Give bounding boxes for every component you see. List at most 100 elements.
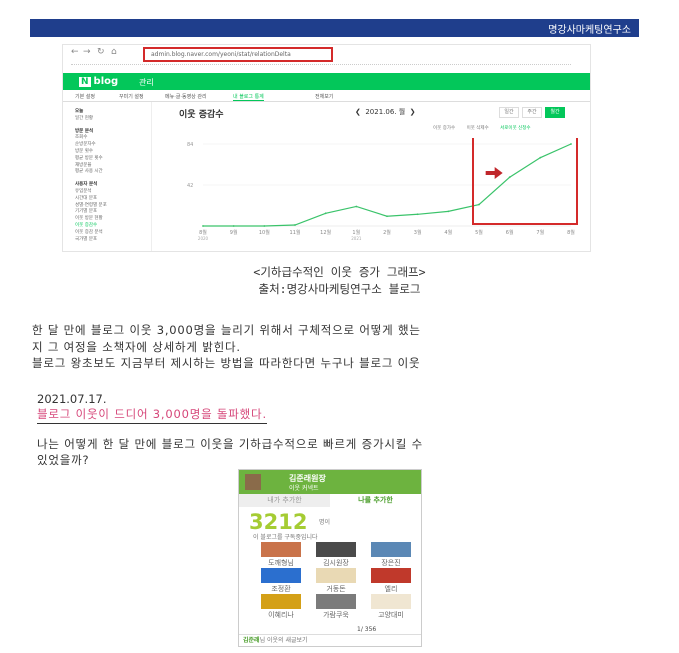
sidebar-item[interactable]: 이웃 증감수 bbox=[75, 222, 97, 228]
back-icon[interactable]: ← bbox=[71, 47, 79, 57]
tab-all[interactable]: 전체보기 bbox=[315, 93, 333, 100]
neighbor-name[interactable]: 가람쿠욱 bbox=[314, 610, 358, 620]
caption-source: 출처:명강사마케팅연구소 블로그 bbox=[258, 282, 421, 296]
sidebar-item[interactable]: 기기별 분포 bbox=[75, 208, 97, 214]
tab-following[interactable]: 내가 추가한 bbox=[239, 494, 330, 507]
sidebar-item[interactable]: 이웃 증감 분석 bbox=[75, 229, 103, 235]
neighbor-item[interactable]: 가람쿠욱 bbox=[314, 594, 358, 620]
daily-button[interactable]: 일간 bbox=[499, 107, 519, 118]
tab-design[interactable]: 꾸미기 설정 bbox=[119, 93, 144, 100]
forward-icon[interactable]: → bbox=[83, 47, 91, 57]
data-point bbox=[294, 224, 296, 226]
tab-stats[interactable]: 내 블로그 통계 bbox=[233, 93, 264, 101]
neighbor-item[interactable]: 도깨형님 bbox=[259, 542, 303, 568]
neighbor-name[interactable]: 장은진 bbox=[369, 558, 413, 568]
neighbor-item[interactable]: 거동돈 bbox=[314, 568, 358, 594]
neighbor-widget: 김준래원장 이웃 커넥트 내가 추가한 나를 추가한 3212 명이 이 블로그… bbox=[238, 469, 422, 647]
sidebar-item[interactable]: 시간대 분포 bbox=[75, 195, 97, 201]
neighbor-thumbnail[interactable] bbox=[316, 594, 356, 609]
blog-logo[interactable]: Nblog bbox=[79, 76, 118, 87]
body-line-1: 한 달 만에 블로그 이웃 3,000명을 늘리기 위해서 구체적으로 어떻게 … bbox=[32, 323, 421, 337]
address-bar[interactable]: admin.blog.naver.com/yeoni/stat/relation… bbox=[143, 47, 333, 62]
chart-legend: 이웃 증가수 이웃 삭제수 서로이웃 신청수 bbox=[433, 125, 541, 131]
footer-link[interactable]: 님 이웃의 새글보기 bbox=[260, 637, 308, 644]
data-point bbox=[447, 210, 450, 213]
neighbor-thumbnail[interactable] bbox=[261, 594, 301, 609]
data-point bbox=[355, 205, 358, 208]
tab-basic[interactable]: 기본 설정 bbox=[75, 93, 95, 100]
home-icon[interactable]: ⌂ bbox=[111, 47, 117, 57]
neighbor-thumbnail[interactable] bbox=[261, 542, 301, 557]
y-tick-label: 42 bbox=[187, 183, 193, 189]
sidebar-item[interactable]: 평균 사용 시간 bbox=[75, 168, 103, 174]
x-tick-label: 11월 bbox=[290, 229, 301, 236]
neighbor-name[interactable]: 도깨형님 bbox=[259, 558, 303, 568]
chart-title: 이웃 증감수 bbox=[179, 110, 224, 120]
sidebar-item[interactable]: 일간 현황 bbox=[75, 115, 93, 121]
follower-desc: 이 블로그를 구독중입니다 bbox=[253, 534, 318, 541]
highlight-box bbox=[472, 138, 578, 225]
data-point bbox=[386, 215, 388, 218]
body-line-2: 지 그 여정을 소책자에 상세하게 밝힌다. bbox=[32, 340, 241, 354]
sidebar-item[interactable]: 방문 횟수 bbox=[75, 148, 93, 154]
year-label: 2021 bbox=[351, 236, 362, 241]
widget-header: 김준래원장 이웃 커넥트 bbox=[239, 470, 421, 494]
legend-item[interactable]: 이웃 삭제수 bbox=[467, 126, 489, 131]
sidebar-item: 오늘 bbox=[75, 109, 84, 114]
sidebar-item: 사용자 분석 bbox=[75, 182, 98, 188]
neighbor-thumbnail[interactable] bbox=[316, 568, 356, 583]
neighbor-thumbnail[interactable] bbox=[371, 594, 411, 609]
date-selector[interactable]: ❮ 2021.06. 월 ❯ bbox=[355, 107, 416, 117]
legend-item[interactable]: 이웃 증가수 bbox=[433, 126, 455, 131]
neighbor-thumbnail[interactable] bbox=[261, 568, 301, 583]
sidebar-item[interactable]: 순방문자수 bbox=[75, 141, 96, 147]
data-point bbox=[202, 225, 204, 227]
neighbor-item[interactable]: 엘리 bbox=[369, 568, 413, 594]
neighbor-item[interactable]: 장은진 bbox=[369, 542, 413, 568]
neighbor-name[interactable]: 엘리 bbox=[369, 584, 413, 594]
neighbor-item[interactable]: 고양대미 bbox=[369, 594, 413, 620]
neighbor-name[interactable]: 거동돈 bbox=[314, 584, 358, 594]
tab-content[interactable]: 메뉴·글·동영상 관리 bbox=[165, 93, 207, 100]
neighbor-name[interactable]: 고양대미 bbox=[369, 610, 413, 620]
neighbor-name[interactable]: 조정환 bbox=[259, 584, 303, 594]
data-point bbox=[508, 176, 511, 179]
weekly-button[interactable]: 주간 bbox=[522, 107, 542, 118]
neighbor-thumbnail[interactable] bbox=[371, 542, 411, 557]
sidebar-item[interactable]: 유입분석 bbox=[75, 188, 92, 194]
sidebar-item[interactable]: 이웃 방문 현황 bbox=[75, 215, 103, 221]
sidebar-item[interactable]: 성별·연령별 분포 bbox=[75, 202, 107, 208]
x-tick-label: 9월 bbox=[230, 229, 238, 236]
sidebar-item[interactable]: 조회수 bbox=[75, 134, 87, 140]
neighbor-thumbnail[interactable] bbox=[371, 568, 411, 583]
reload-icon[interactable]: ↻ bbox=[97, 47, 105, 57]
data-point bbox=[539, 156, 542, 159]
data-point bbox=[232, 225, 235, 227]
stats-sidebar: 오늘 일간 현황 방문 분석 조회수 순방문자수 방문 횟수 평균 방문 횟수 재방문율 평균 … bbox=[63, 102, 152, 251]
follower-unit: 명이 bbox=[319, 519, 331, 526]
naver-blog-header: Nblog 관리 bbox=[63, 73, 590, 90]
monthly-button[interactable]: 월간 bbox=[545, 107, 565, 118]
avatar[interactable] bbox=[245, 474, 261, 490]
question-line-1: 나는 어떻게 한 달 만에 블로그 이웃을 기하급수적으로 빠르게 증가시킬 수 bbox=[37, 437, 423, 451]
footer-name[interactable]: 김준래 bbox=[243, 637, 260, 644]
admin-menu[interactable]: 관리 bbox=[139, 77, 154, 88]
neighbor-item[interactable]: 이혜리나 bbox=[259, 594, 303, 620]
sidebar-item[interactable]: 국가별 분포 bbox=[75, 236, 97, 242]
caption-title: <기하급수적인 이웃 증가 그래프> bbox=[253, 265, 426, 279]
neighbor-thumbnail[interactable] bbox=[316, 542, 356, 557]
neighbor-name[interactable]: 김시원장 bbox=[314, 558, 358, 568]
sidebar-item[interactable]: 재방문율 bbox=[75, 162, 92, 168]
tab-followers[interactable]: 나를 추가한 bbox=[330, 494, 421, 507]
legend-item[interactable]: 서로이웃 신청수 bbox=[500, 126, 530, 131]
neighbor-item[interactable]: 조정환 bbox=[259, 568, 303, 594]
neighbor-name[interactable]: 이혜리나 bbox=[259, 610, 303, 620]
x-tick-label: 8월 bbox=[567, 229, 575, 236]
browser-screenshot: ← → ↻ ⌂ admin.blog.naver.com/yeoni/stat/… bbox=[62, 44, 591, 252]
x-tick-label: 6월 bbox=[506, 229, 514, 236]
neighbor-item[interactable]: 김시원장 bbox=[314, 542, 358, 568]
sidebar-item[interactable]: 평균 방문 횟수 bbox=[75, 155, 103, 161]
header-bar: 명강사마케팅연구소 bbox=[30, 19, 639, 37]
data-point bbox=[324, 212, 327, 215]
year-label: 2020 bbox=[198, 236, 209, 241]
